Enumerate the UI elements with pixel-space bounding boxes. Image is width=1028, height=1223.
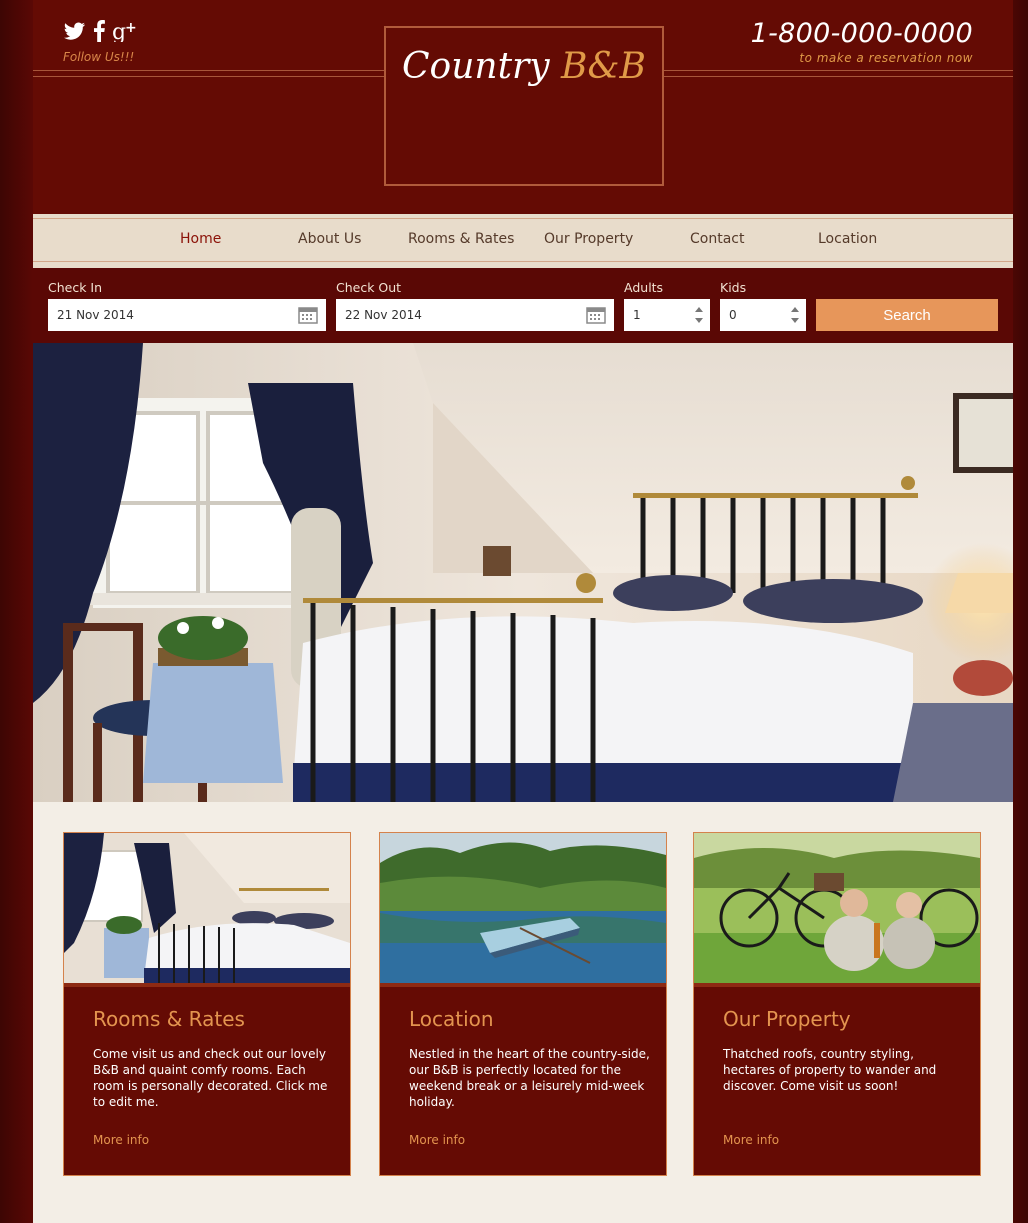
kids-stepper[interactable]: 0 — [720, 299, 806, 331]
check-in-field[interactable]: 21 Nov 2014 — [48, 299, 326, 331]
features-section: Rooms & Rates Come visit us and check ou… — [33, 802, 1013, 1223]
calendar-icon[interactable] — [298, 306, 318, 324]
spinner-arrows-icon[interactable] — [790, 305, 800, 325]
phone-number: 1-800-000-0000 — [750, 18, 973, 49]
hero-illustration — [33, 343, 1013, 802]
kids-value: 0 — [729, 308, 737, 322]
svg-text:g: g — [112, 20, 126, 42]
kids-label: Kids — [720, 280, 747, 295]
facebook-icon[interactable] — [92, 20, 106, 46]
calendar-icon[interactable] — [586, 306, 606, 324]
nav-home[interactable]: Home — [180, 231, 221, 247]
nav-contact[interactable]: Contact — [690, 231, 744, 247]
check-in-value: 21 Nov 2014 — [57, 308, 134, 322]
spinner-arrows-icon[interactable] — [694, 305, 704, 325]
card-divider — [694, 983, 980, 987]
logo[interactable]: Country B&B — [384, 26, 664, 186]
logo-text: Country B&B — [386, 44, 662, 90]
twitter-icon[interactable] — [64, 22, 86, 44]
reservation-note: to make a reservation now — [799, 51, 973, 65]
rooms-thumbnail-image[interactable] — [64, 833, 350, 983]
social-links: g + — [64, 20, 138, 46]
search-button[interactable]: Search — [816, 299, 998, 331]
check-out-value: 22 Nov 2014 — [345, 308, 422, 322]
location-thumbnail-image[interactable] — [380, 833, 666, 983]
card-title: Rooms & Rates — [93, 1007, 245, 1031]
card-description: Come visit us and check out our lovely B… — [93, 1047, 328, 1109]
card-title: Location — [409, 1007, 494, 1031]
main-nav: Home About Us Rooms & Rates Our Property… — [33, 214, 1013, 268]
more-info-link[interactable]: More info — [723, 1133, 779, 1147]
card-divider — [380, 983, 666, 987]
adults-label: Adults — [624, 280, 664, 295]
check-in-label: Check In — [48, 280, 103, 295]
follow-us-label: Follow Us!!! — [63, 50, 135, 64]
check-out-field[interactable]: 22 Nov 2014 — [336, 299, 614, 331]
card-description: Nestled in the heart of the country-side… — [409, 1047, 650, 1109]
logo-country: Country — [401, 46, 550, 87]
card-divider — [64, 983, 350, 987]
booking-form: Check In 21 Nov 2014 Check Out 22 Nov 20… — [33, 268, 1013, 343]
card-location: Location Nestled in the heart of the cou… — [379, 832, 667, 1176]
check-out-label: Check Out — [336, 280, 402, 295]
adults-stepper[interactable]: 1 — [624, 299, 710, 331]
nav-about-us[interactable]: About Us — [298, 231, 361, 247]
card-rooms-rates: Rooms & Rates Come visit us and check ou… — [63, 832, 351, 1176]
nav-rule — [33, 218, 1013, 219]
card-title: Our Property — [723, 1007, 851, 1031]
site-header: g + Follow Us!!! Country B&B 1-800-000-00… — [33, 0, 1013, 214]
nav-rule — [33, 261, 1013, 262]
page: g + Follow Us!!! Country B&B 1-800-000-00… — [33, 0, 1013, 1223]
svg-text:+: + — [125, 20, 137, 36]
nav-our-property[interactable]: Our Property — [544, 231, 633, 247]
more-info-link[interactable]: More info — [409, 1133, 465, 1147]
adults-value: 1 — [633, 308, 641, 322]
google-plus-icon[interactable]: g + — [112, 20, 138, 46]
card-our-property: Our Property Thatched roofs, country sty… — [693, 832, 981, 1176]
nav-rooms-rates[interactable]: Rooms & Rates — [408, 231, 514, 247]
card-description: Thatched roofs, country styling, hectare… — [723, 1047, 937, 1093]
hero-bedroom-image — [33, 343, 1013, 802]
nav-location[interactable]: Location — [818, 231, 877, 247]
property-thumbnail-image[interactable] — [694, 833, 980, 983]
more-info-link[interactable]: More info — [93, 1133, 149, 1147]
logo-bnb: B&B — [561, 46, 647, 87]
